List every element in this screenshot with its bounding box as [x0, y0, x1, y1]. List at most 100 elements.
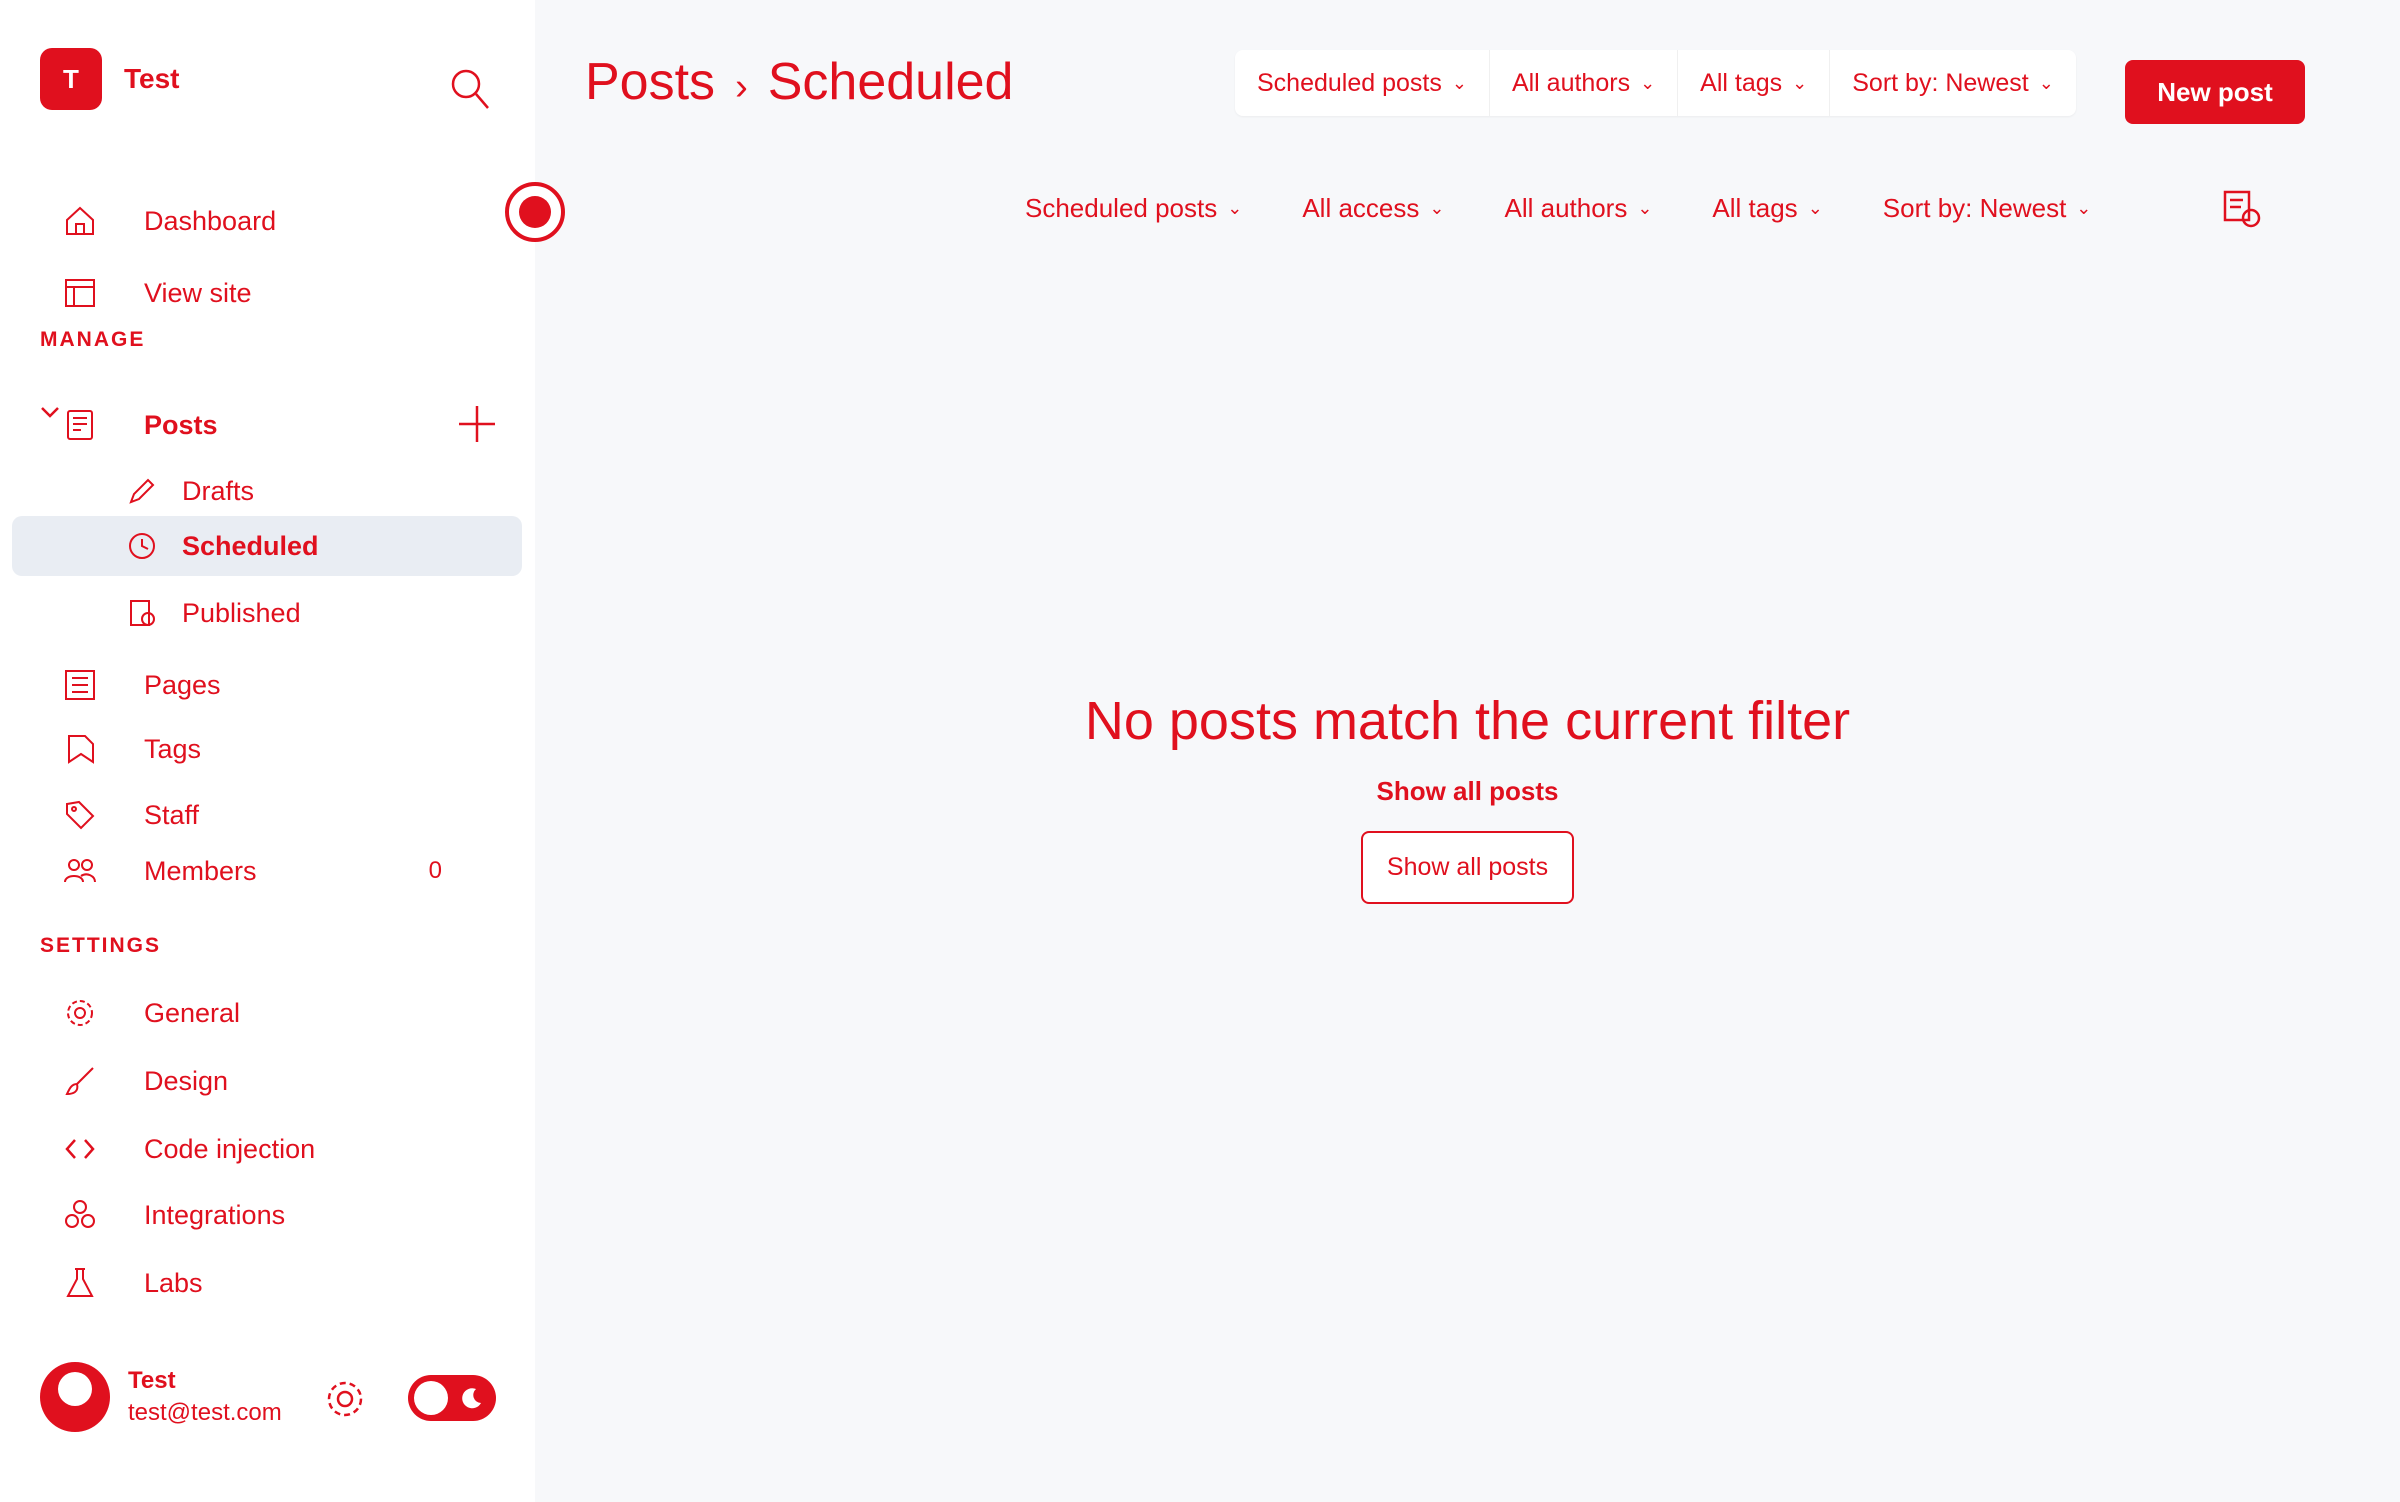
clock-icon	[122, 526, 162, 566]
sidebar-item-label: Scheduled	[182, 530, 319, 561]
filter-authors[interactable]: All authors ⌄	[1490, 50, 1679, 116]
app-window: T Test Dashboard View site MANAGE Posts …	[0, 0, 2400, 1502]
brand-logo: T	[40, 48, 102, 110]
user-email: test@test.com	[128, 1399, 282, 1426]
breadcrumb-current: Scheduled	[767, 53, 1014, 111]
sidebar-item-label: General	[144, 997, 241, 1028]
filter-tags[interactable]: All tags ⌄	[1682, 178, 1852, 238]
sidebar-item-label: Members	[144, 855, 257, 886]
sidebar-item-label: View site	[144, 277, 252, 308]
breadcrumb-separator: ›	[735, 66, 748, 108]
sidebar-item-tags[interactable]: Tags	[60, 724, 490, 774]
flask-icon	[60, 1263, 100, 1303]
filter-tags[interactable]: All tags ⌄	[1678, 50, 1831, 116]
show-all-posts-button[interactable]: Show all posts	[1360, 831, 1575, 904]
filter-label: All authors	[1504, 192, 1628, 223]
chevron-down-icon: ⌄	[1792, 72, 1808, 93]
chevron-down-icon: ⌄	[1807, 197, 1823, 218]
search-icon[interactable]	[448, 62, 492, 112]
content-filter-bar: Scheduled posts ⌄ All access ⌄ All authors…	[995, 178, 2121, 238]
filter-label: Scheduled posts	[1025, 192, 1218, 223]
sidebar-item-pages[interactable]: Pages	[60, 660, 490, 710]
published-icon	[122, 593, 162, 633]
page-title: Posts › Scheduled	[585, 52, 1013, 112]
filter-label: Sort by: Newest	[1852, 68, 2029, 97]
filter-label: Sort by: Newest	[1882, 192, 2067, 223]
filter-label: All tags	[1712, 192, 1798, 223]
header-filter-bar: Scheduled posts ⌄ All authors ⌄ All tags ⌄ …	[1235, 50, 2076, 116]
staff-icon	[60, 795, 100, 835]
filter-label: All tags	[1700, 68, 1783, 97]
breadcrumb-posts[interactable]: Posts	[585, 53, 715, 111]
user-name: Test	[128, 1367, 176, 1394]
sidebar-item-label: Posts	[144, 409, 218, 440]
empty-state: No posts match the current filter Show a…	[535, 690, 2400, 904]
sidebar-item-drafts[interactable]: Drafts	[122, 466, 502, 516]
filter-label: All authors	[1511, 68, 1631, 97]
filter-sort[interactable]: Sort by: Newest ⌄	[1853, 178, 2122, 238]
filter-access[interactable]: All access ⌄	[1272, 178, 1474, 238]
sidebar-item-label: Code injection	[144, 1133, 316, 1164]
filter-post-type[interactable]: Scheduled posts ⌄	[995, 178, 1272, 238]
empty-state-title: No posts match the current filter	[1084, 691, 1851, 751]
code-icon	[60, 1129, 100, 1169]
sidebar-item-labs[interactable]: Labs	[60, 1258, 490, 1308]
tag-icon	[60, 729, 100, 769]
section-label-settings: SETTINGS	[40, 934, 162, 957]
section-label-manage: MANAGE	[40, 328, 146, 351]
sidebar-item-view-site[interactable]: View site	[60, 268, 490, 318]
settings-gear-icon[interactable]	[322, 1376, 368, 1422]
sidebar-item-members[interactable]: Members 0	[60, 846, 490, 896]
sidebar-item-label: Drafts	[182, 475, 255, 506]
members-icon	[60, 851, 100, 891]
add-post-icon[interactable]	[455, 402, 499, 446]
browser-icon	[60, 273, 100, 313]
filter-authors[interactable]: All authors ⌄	[1474, 178, 1682, 238]
filter-label: Scheduled posts	[1257, 68, 1442, 97]
list-view-icon[interactable]	[2221, 188, 2265, 232]
sidebar-item-label: Design	[144, 1065, 229, 1096]
avatar	[40, 1362, 110, 1432]
integrations-icon	[60, 1195, 100, 1235]
new-post-button[interactable]: New post	[2125, 60, 2305, 124]
chevron-down-icon: ⌄	[2038, 72, 2054, 93]
sidebar-item-label: Labs	[144, 1267, 203, 1298]
main-content: Posts › Scheduled Scheduled posts ⌄ All aut…	[505, 0, 2400, 1502]
toggle-knob	[414, 1381, 448, 1415]
filter-post-type[interactable]: Scheduled posts ⌄	[1235, 50, 1490, 116]
sidebar-item-posts[interactable]: Posts	[60, 400, 490, 450]
sidebar-item-dashboard[interactable]: Dashboard	[60, 196, 490, 246]
sidebar-item-general[interactable]: General	[60, 988, 490, 1038]
chevron-down-icon: ⌄	[1637, 197, 1653, 218]
chevron-down-icon: ⌄	[1227, 197, 1243, 218]
sidebar-item-design[interactable]: Design	[60, 1056, 490, 1106]
chevron-down-icon[interactable]	[38, 400, 62, 424]
user-menu[interactable]: Test test@test.com	[40, 1362, 282, 1432]
sidebar-item-label: Pages	[144, 669, 221, 700]
sidebar-item-published[interactable]: Published	[122, 588, 502, 638]
members-count-badge: 0	[428, 857, 442, 884]
sidebar-item-label: Integrations	[144, 1199, 286, 1230]
chevron-down-icon: ⌄	[1429, 197, 1445, 218]
sidebar-item-code-injection[interactable]: Code injection	[60, 1124, 490, 1174]
brand-name: Test	[124, 63, 180, 94]
sidebar-item-integrations[interactable]: Integrations	[60, 1190, 490, 1240]
sidebar-item-label: Published	[182, 597, 301, 628]
sidebar: T Test Dashboard View site MANAGE Posts …	[0, 0, 535, 1502]
sidebar-item-scheduled[interactable]: Scheduled	[12, 516, 522, 576]
sidebar-item-label: Tags	[144, 733, 202, 764]
dark-mode-toggle[interactable]	[408, 1375, 496, 1421]
user-info: Test test@test.com	[128, 1367, 282, 1427]
pages-icon	[60, 665, 100, 705]
sidebar-item-staff[interactable]: Staff	[60, 790, 490, 840]
home-icon	[60, 201, 100, 241]
brand[interactable]: T Test	[40, 48, 180, 110]
chevron-down-icon: ⌄	[2076, 197, 2092, 218]
posts-icon	[60, 405, 100, 445]
sidebar-item-label: Staff	[144, 799, 200, 830]
moon-icon	[460, 1386, 484, 1415]
sidebar-item-label: Dashboard	[144, 205, 277, 236]
gear-icon	[60, 993, 100, 1033]
filter-sort[interactable]: Sort by: Newest ⌄	[1830, 50, 2076, 116]
record-icon[interactable]	[505, 182, 565, 242]
